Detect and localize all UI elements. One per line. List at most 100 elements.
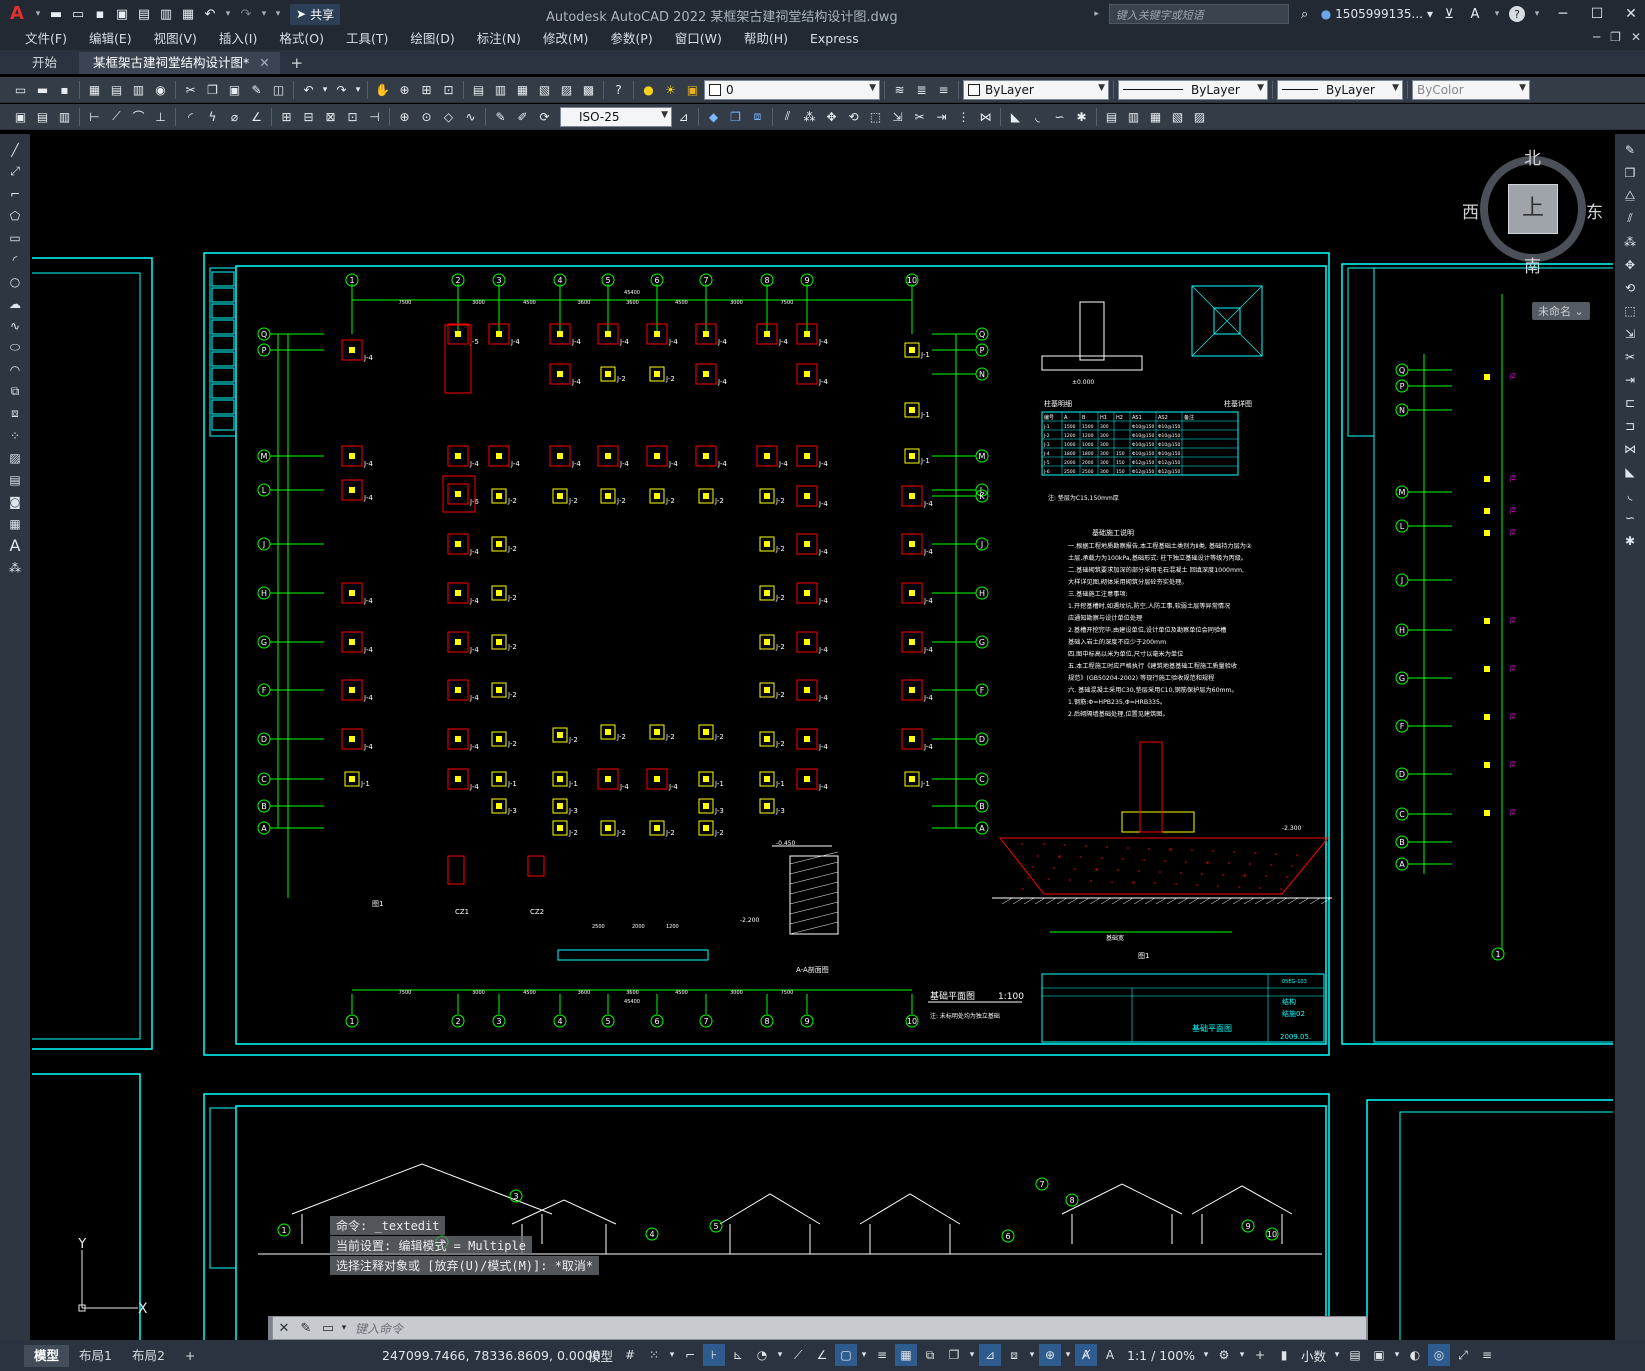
block-editor-icon[interactable]: ◫ <box>268 79 289 100</box>
search-icon[interactable]: ⌕ <box>1295 4 1315 24</box>
search-expand-icon[interactable]: ▸ <box>1091 4 1103 24</box>
compass-west[interactable]: 西 <box>1462 198 1479 223</box>
region-icon[interactable]: ◙ <box>5 492 25 511</box>
dim-space-icon[interactable]: ⊡ <box>342 106 363 127</box>
add-layout-icon[interactable]: + <box>175 1345 205 1367</box>
rotate-icon[interactable]: ⟲ <box>1620 278 1640 297</box>
gradient-icon[interactable]: ▤ <box>5 470 25 489</box>
explode-icon[interactable]: ✱ <box>1071 106 1092 127</box>
blend-icon[interactable]: ∽ <box>1049 106 1070 127</box>
dim-diameter-icon[interactable]: ⌀ <box>224 106 245 127</box>
menu-help[interactable]: 帮助(H) <box>733 28 799 50</box>
chamfer-icon[interactable]: ◣ <box>1620 462 1640 481</box>
design-center-icon[interactable]: ▥ <box>490 79 511 100</box>
compass-north[interactable]: 北 <box>1524 144 1541 169</box>
graphics-performance-icon[interactable]: ◎ <box>1428 1344 1451 1366</box>
help-icon[interactable]: ? <box>1509 6 1525 22</box>
insert-block-icon[interactable]: ⧉ <box>5 382 25 401</box>
workspace-menu-icon[interactable]: ▾ <box>1237 1344 1247 1366</box>
ellipse-icon[interactable]: ⬭ <box>5 338 25 357</box>
customize-wrench-icon[interactable]: ✎ <box>295 1317 317 1339</box>
doc-restore-icon[interactable]: ❐ <box>1610 30 1621 44</box>
gizmo-icon[interactable]: ⧈ <box>1003 1344 1025 1366</box>
new-file-icon[interactable]: ▬ <box>46 4 66 24</box>
a360-menu-icon[interactable]: ▾ <box>1491 4 1503 24</box>
clean-screen-icon[interactable]: ⤢ <box>1452 1344 1474 1366</box>
annotation-menu-icon[interactable]: ▾ <box>1063 1344 1073 1366</box>
redo-icon[interactable]: ↷ <box>236 4 256 24</box>
tab-drawing[interactable]: 某框架古建祠堂结构设计图* ✕ <box>79 52 280 74</box>
isolate-objects-icon[interactable]: ◐ <box>1404 1344 1426 1366</box>
layer-on-icon[interactable]: ● <box>638 79 659 100</box>
3d-osnap-menu-icon[interactable]: ▾ <box>967 1344 977 1366</box>
isodraft-icon[interactable]: ⟋ <box>787 1344 809 1366</box>
offset-icon[interactable]: ⫽ <box>777 106 798 127</box>
dim-style-manager-icon[interactable]: ⊿ <box>673 106 694 127</box>
close-button[interactable]: ✕ <box>1617 0 1645 28</box>
dim-ordinate-icon[interactable]: ⊥ <box>150 106 171 127</box>
doc-minimize-icon[interactable]: ─ <box>1593 30 1600 44</box>
scale-icon[interactable]: ⬚ <box>1620 301 1640 320</box>
autodesk-a360-icon[interactable]: A <box>1465 4 1485 24</box>
fillet-icon[interactable]: ◟ <box>1620 485 1640 504</box>
lineweight-icon[interactable]: ≡ <box>871 1344 893 1366</box>
menu-view[interactable]: 视图(V) <box>143 28 208 50</box>
polar-icon[interactable]: ◔ <box>751 1344 773 1366</box>
lineweight-select[interactable]: ByLayer ▼ <box>1277 79 1403 100</box>
dim-continue-icon[interactable]: ⊠ <box>320 106 341 127</box>
dim-arc-icon[interactable]: ⌒ <box>128 106 149 127</box>
tolerance-icon[interactable]: ⊕ <box>394 106 415 127</box>
dynamic-ucs-icon[interactable]: ⊿ <box>979 1344 1002 1366</box>
markup-icon[interactable]: ▨ <box>556 79 577 100</box>
blend-icon[interactable]: ∽ <box>1620 508 1640 527</box>
workspace-gear-icon[interactable]: ⚙ <box>1213 1344 1235 1366</box>
arc-icon[interactable]: ◜ <box>5 250 25 269</box>
units-value[interactable]: 小数 <box>1297 1346 1330 1365</box>
cut-icon[interactable]: ✂ <box>180 79 201 100</box>
ellipse-arc-icon[interactable]: ◠ <box>5 360 25 379</box>
copy-object-icon[interactable]: ❐ <box>725 106 746 127</box>
save-as-icon[interactable]: ▣ <box>112 4 132 24</box>
text-front-icon[interactable]: ▧ <box>1167 106 1188 127</box>
plot-icon[interactable]: ▦ <box>178 4 198 24</box>
lock-ui-menu-icon[interactable]: ▾ <box>1392 1344 1402 1366</box>
chamfer-icon[interactable]: ◣ <box>1005 106 1026 127</box>
layer-thaw-icon[interactable]: ☀ <box>660 79 681 100</box>
array-icon[interactable]: ⁂ <box>799 106 820 127</box>
extend-icon[interactable]: ⇥ <box>931 106 952 127</box>
menu-format[interactable]: 格式(O) <box>268 28 335 50</box>
linetype-select[interactable]: ByLayer ▼ <box>1118 79 1268 100</box>
menu-window[interactable]: 窗口(W) <box>664 28 733 50</box>
new-tab-icon[interactable]: + <box>286 52 308 74</box>
make-block-icon[interactable]: ⧈ <box>5 404 25 423</box>
polyline-icon[interactable]: ⌐ <box>5 184 25 203</box>
app-menu-chevron-icon[interactable]: ▾ <box>32 4 44 24</box>
explode-icon[interactable]: ✱ <box>1620 531 1640 550</box>
help-menu-icon[interactable]: ▾ <box>1531 4 1543 24</box>
dim-style-icon[interactable]: ▤ <box>32 106 53 127</box>
trim-icon[interactable]: ✂ <box>1620 347 1640 366</box>
maximize-button[interactable]: ☐ <box>1583 0 1611 28</box>
add-selected-icon[interactable]: ⁂ <box>5 558 25 577</box>
hatch-back-icon[interactable]: ▨ <box>1189 106 1210 127</box>
undo-list-icon[interactable]: ▾ <box>320 79 330 100</box>
dim-update-icon[interactable]: ⟳ <box>534 106 555 127</box>
minimize-button[interactable]: ─ <box>1549 0 1577 28</box>
table-style-icon[interactable]: ▥ <box>54 106 75 127</box>
scale-menu-icon[interactable]: ▾ <box>1201 1344 1211 1366</box>
layer-previous-icon[interactable]: ≡ <box>933 79 954 100</box>
dimstyle-select[interactable]: ISO-25 ▼ <box>560 106 672 127</box>
offset-icon[interactable]: ⫽ <box>1620 209 1640 228</box>
dynamic-input-icon[interactable]: ⊦ <box>703 1344 726 1366</box>
preview-icon[interactable]: ▤ <box>106 79 127 100</box>
move-icon[interactable]: ✥ <box>821 106 842 127</box>
autocad-logo-icon[interactable]: A <box>4 3 30 25</box>
menu-file[interactable]: 文件(F) <box>14 28 78 50</box>
quickcalc-icon[interactable]: ▩ <box>578 79 599 100</box>
object-snap-icon[interactable]: ▢ <box>835 1344 858 1366</box>
menu-modify[interactable]: 修改(M) <box>532 28 600 50</box>
polar-menu-icon[interactable]: ▾ <box>775 1344 785 1366</box>
dim-aligned-icon[interactable]: ⟋ <box>106 106 127 127</box>
3d-osnap-icon[interactable]: ❐ <box>943 1344 965 1366</box>
layer-select[interactable]: 0 ▼ <box>704 79 880 100</box>
